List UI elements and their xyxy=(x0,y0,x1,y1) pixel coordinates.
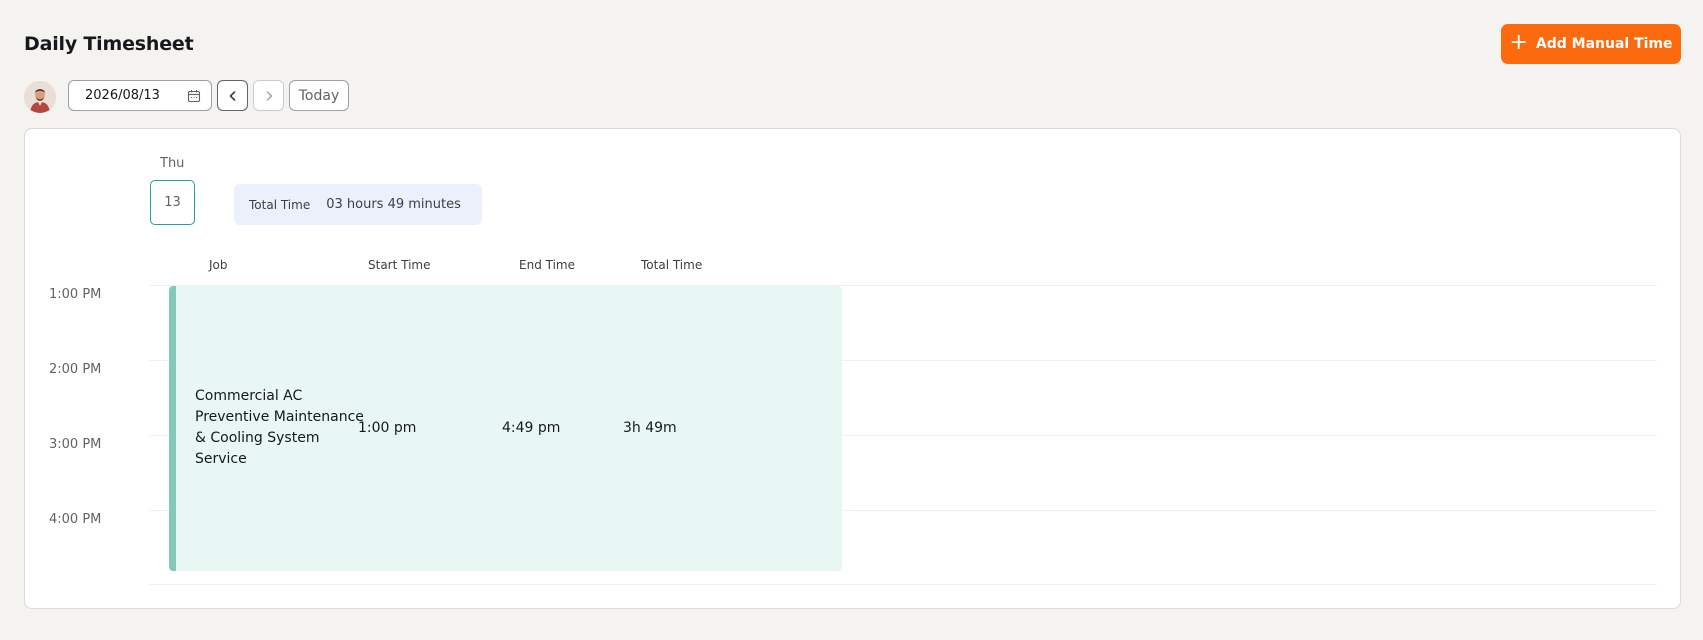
hour-label: 4:00 PM xyxy=(49,512,102,527)
time-entry[interactable]: Commercial AC Preventive Maintenance & C… xyxy=(169,286,842,571)
hour-label: 3:00 PM xyxy=(49,437,102,452)
chevron-left-icon xyxy=(229,90,235,101)
entry-start-time: 1:00 pm xyxy=(358,420,417,436)
plus-icon: + xyxy=(1509,30,1528,55)
day-number: 13 xyxy=(164,195,181,210)
hour-label: 2:00 PM xyxy=(49,362,102,377)
avatar-image xyxy=(24,81,56,113)
today-button[interactable]: Today xyxy=(289,80,349,111)
add-manual-time-label: Add Manual Time xyxy=(1535,36,1673,52)
previous-day-button[interactable] xyxy=(217,80,248,111)
entry-end-time: 4:49 pm xyxy=(502,420,561,436)
selected-day[interactable]: 13 xyxy=(150,180,195,225)
hour-label: 1:00 PM xyxy=(49,287,102,302)
hour-gridline xyxy=(149,584,1657,585)
avatar[interactable] xyxy=(24,81,56,113)
column-header-end-time: End Time xyxy=(519,258,575,272)
date-value: 2026/08/13 xyxy=(85,88,160,103)
total-time-summary: Total Time 03 hours 49 minutes xyxy=(234,184,482,225)
column-header-job: Job xyxy=(209,258,228,272)
weekday-label: Thu xyxy=(160,156,185,171)
calendar-icon[interactable] xyxy=(187,89,201,103)
add-manual-time-button[interactable]: + Add Manual Time xyxy=(1501,24,1681,64)
chevron-right-icon xyxy=(266,90,272,101)
column-header-total-time: Total Time xyxy=(641,258,703,272)
entry-job: Commercial AC Preventive Maintenance & C… xyxy=(195,388,364,467)
page-title: Daily Timesheet xyxy=(24,33,194,55)
entry-total-time: 3h 49m xyxy=(623,420,677,436)
date-picker[interactable]: 2026/08/13 xyxy=(68,80,212,111)
column-header-start-time: Start Time xyxy=(368,258,431,272)
timesheet-card: Thu 13 Total Time 03 hours 49 minutes Jo… xyxy=(24,128,1681,609)
total-time-value: 03 hours 49 minutes xyxy=(326,197,461,212)
total-time-label: Total Time xyxy=(249,197,311,212)
next-day-button[interactable] xyxy=(253,80,284,111)
